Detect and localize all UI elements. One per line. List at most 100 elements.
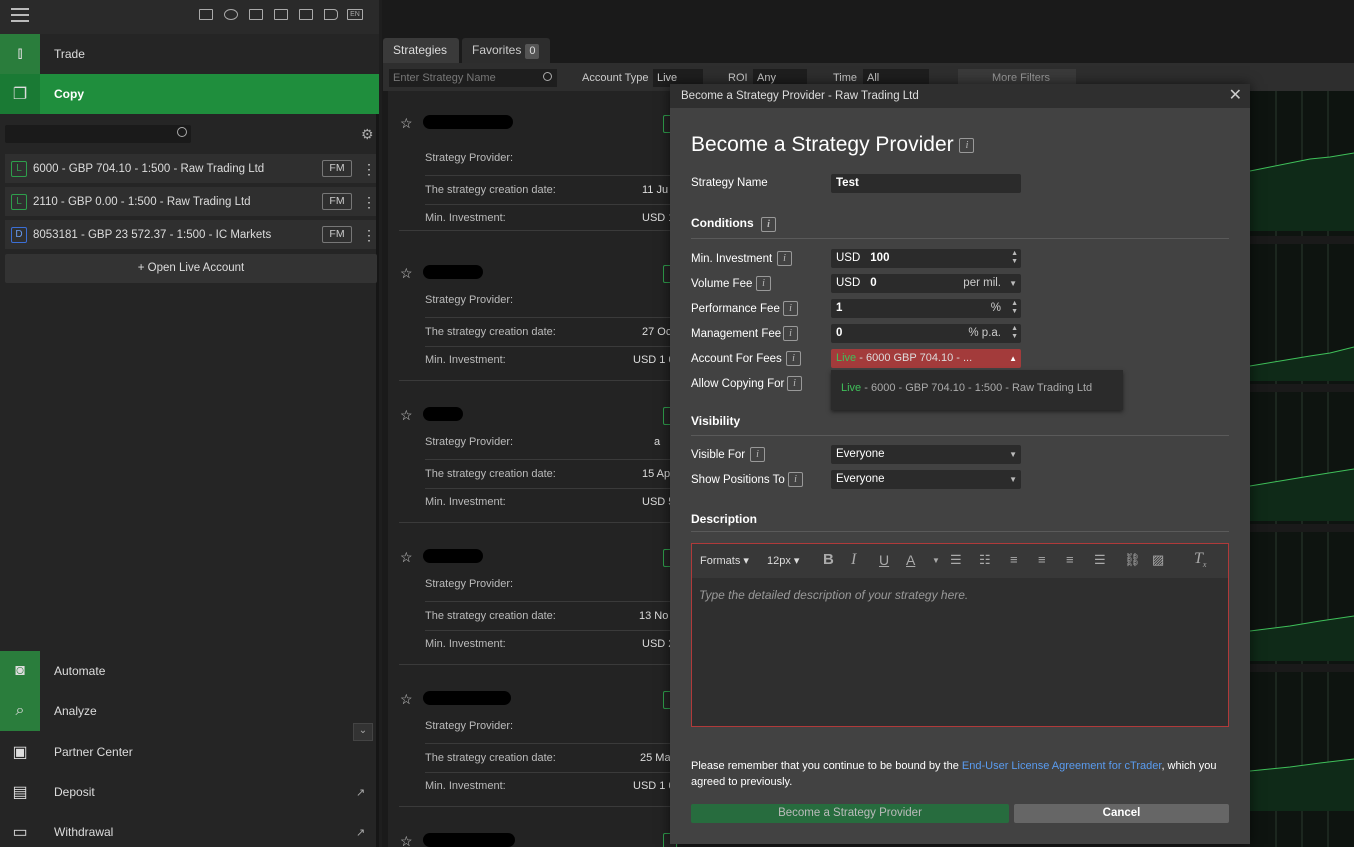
dropdown-option[interactable]: Live - 6000 - GBP 704.10 - 1:500 - Raw T… (841, 382, 1092, 394)
close-icon[interactable]: ✕ (1229, 84, 1242, 108)
nav-trade[interactable]: ⫾ Trade (0, 34, 379, 74)
strategy-search-input[interactable]: Enter Strategy Name (389, 69, 557, 87)
star-icon[interactable]: ☆ (400, 407, 413, 424)
strategy-card[interactable]: ☆ Strategy Provider: The strategy creati… (399, 667, 678, 807)
stepper-icon[interactable]: ▲ ▼ (1011, 325, 1018, 341)
link-icon[interactable]: ⛓ (1124, 552, 1141, 568)
nav-withdrawal[interactable]: ▭ Withdrawal (0, 812, 379, 847)
account-row[interactable]: L 2110 - GBP 0.00 - 1:500 - Raw Trading … (5, 187, 376, 216)
account-for-fees-select[interactable]: Live - 6000 GBP 704.10 - ... ▲ (831, 349, 1021, 368)
more-icon[interactable]: ⋮ (362, 228, 376, 242)
numbered-list-icon[interactable]: ☷ (979, 552, 991, 568)
nav-analyze[interactable]: ⌕ Analyze (0, 691, 379, 731)
show-positions-label: Show Positions To (691, 474, 785, 486)
gear-icon[interactable]: ⚙ (361, 126, 374, 143)
fm-badge[interactable]: FM (322, 160, 352, 177)
star-icon[interactable]: ☆ (400, 549, 413, 566)
tab-favorites[interactable]: Favorites 0 (462, 38, 550, 63)
nav-partner-center[interactable]: ▣ Partner Center (0, 732, 379, 772)
info-icon[interactable]: i (761, 217, 776, 232)
info-icon[interactable]: i (756, 276, 771, 291)
info-icon[interactable]: i (750, 447, 765, 462)
star-icon[interactable]: ☆ (400, 833, 413, 847)
external-link-icon: ↗ (356, 827, 366, 839)
info-icon[interactable]: i (787, 376, 802, 391)
align-justify-icon[interactable]: ☰ (1094, 552, 1106, 568)
unit-label: per mil. (963, 277, 1001, 289)
show-positions-select[interactable]: Everyone ▼ (831, 470, 1021, 489)
provider-label: Strategy Provider: (425, 720, 514, 732)
chevron-down-icon[interactable]: ▼ (1009, 274, 1017, 293)
bullet-list-icon[interactable]: ☰ (950, 552, 962, 568)
star-icon[interactable]: ☆ (400, 265, 413, 282)
keyboard-icon[interactable] (249, 9, 263, 20)
stepper-icon[interactable]: ▲ ▼ (1011, 300, 1018, 316)
stepper-icon[interactable]: ▲ ▼ (1011, 250, 1018, 266)
underline-icon[interactable]: U (879, 552, 889, 568)
sound-icon[interactable] (324, 9, 338, 20)
info-icon[interactable]: i (959, 138, 975, 153)
min-investment-input[interactable]: USD 100 ▲ ▼ (831, 249, 1021, 268)
volume-fee-input[interactable]: USD 0 per mil. ▼ (831, 274, 1021, 293)
star-icon[interactable]: ☆ (400, 691, 413, 708)
management-fee-input[interactable]: 0 % p.a. ▲ ▼ (831, 324, 1021, 343)
fullscreen-icon[interactable] (274, 9, 288, 20)
account-search-input[interactable] (5, 125, 191, 143)
nav-automate[interactable]: ◙ Automate (0, 651, 379, 691)
dialog-header: Become a Strategy Provider - Raw Trading… (670, 84, 1250, 108)
strategy-card[interactable]: ☆ Strategy Provider: a The strategy crea… (399, 383, 678, 523)
image-icon[interactable]: ▨ (1152, 552, 1164, 568)
description-editor[interactable]: Formats ▾ 12px ▾ B I U A ▼ ☰ ☷ ≡ ≡ ≡ ☰ ⛓… (691, 543, 1229, 727)
align-left-icon[interactable]: ≡ (1010, 552, 1018, 567)
strategy-card[interactable]: ☆ Strategy Provider: The strategy creati… (399, 241, 678, 381)
divider (425, 204, 678, 205)
language-icon[interactable]: EN (347, 9, 363, 20)
clear-format-icon[interactable]: Tx (1194, 550, 1206, 569)
nav-deposit[interactable]: ▤ Deposit (0, 772, 379, 812)
account-row[interactable]: D 8053181 - GBP 23 572.37 - 1:500 - IC M… (5, 220, 376, 249)
bold-icon[interactable]: B (823, 551, 834, 568)
info-icon[interactable]: i (783, 301, 798, 316)
menu-icon[interactable] (11, 8, 29, 22)
become-provider-button[interactable]: Become a Strategy Provider (691, 804, 1009, 823)
nav-copy[interactable]: ❐ Copy (0, 74, 379, 114)
more-icon[interactable]: ⋮ (362, 195, 376, 209)
fm-badge[interactable]: FM (322, 226, 352, 243)
chevron-down-icon[interactable]: ▼ (1009, 470, 1017, 489)
italic-icon[interactable]: I (851, 551, 856, 569)
performance-fee-input[interactable]: 1% ▲ ▼ (831, 299, 1021, 318)
info-icon[interactable]: i (777, 251, 792, 266)
more-icon[interactable]: ⋮ (362, 162, 376, 176)
fm-badge[interactable]: FM (322, 193, 352, 210)
align-center-icon[interactable]: ≡ (1038, 552, 1046, 567)
align-right-icon[interactable]: ≡ (1066, 552, 1074, 567)
divider (425, 346, 678, 347)
strategy-name-input[interactable]: Test (831, 174, 1021, 193)
chevron-down-icon[interactable]: ▼ (932, 556, 940, 565)
info-icon[interactable]: i (788, 472, 803, 487)
date-value: 15 Ap (642, 468, 671, 480)
mail-icon[interactable] (199, 9, 213, 20)
strategy-card[interactable]: ☆ Strategy Provider: The strategy creati… (399, 525, 678, 665)
touch-icon[interactable] (224, 9, 238, 20)
divider (425, 772, 678, 773)
formats-dropdown[interactable]: Formats ▾ (700, 554, 749, 567)
window-icon[interactable] (299, 9, 313, 20)
visible-for-select[interactable]: Everyone ▼ (831, 445, 1021, 464)
cancel-button[interactable]: Cancel (1014, 804, 1229, 823)
info-icon[interactable]: i (783, 326, 798, 341)
chevron-up-icon[interactable]: ▲ (1009, 349, 1017, 368)
account-row[interactable]: L 6000 - GBP 704.10 - 1:500 - Raw Tradin… (5, 154, 376, 183)
min-label: Min. Investment: (425, 212, 506, 224)
info-icon[interactable]: i (786, 351, 801, 366)
font-size-dropdown[interactable]: 12px ▾ (767, 554, 799, 567)
strategy-card[interactable]: ☆ Strategy Provider: The strategy creati… (399, 91, 678, 231)
min-value: USD 1 0 (633, 780, 675, 792)
strategy-card[interactable]: ☆ (399, 809, 678, 847)
star-icon[interactable]: ☆ (400, 115, 413, 132)
open-live-account-button[interactable]: + Open Live Account (5, 254, 377, 283)
eula-link[interactable]: End-User License Agreement for cTrader (962, 760, 1162, 772)
tab-strategies[interactable]: Strategies (383, 38, 459, 63)
chevron-down-icon[interactable]: ▼ (1009, 445, 1017, 464)
text-color-icon[interactable]: A (906, 552, 915, 568)
